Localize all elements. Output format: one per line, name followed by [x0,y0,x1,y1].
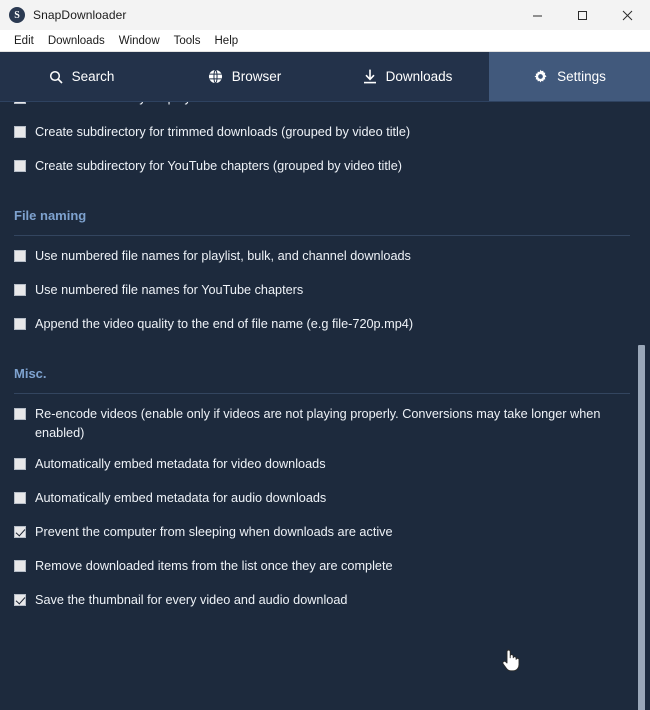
checkbox-remove-completed[interactable] [14,560,26,572]
checkbox-append-quality[interactable] [14,318,26,330]
tab-search-label: Search [71,69,115,84]
setting-label: Create subdirectory for YouTube chapters… [35,159,402,173]
setting-row-remove-completed[interactable]: Remove downloaded items from the list on… [0,556,650,590]
checkbox-metadata-video[interactable] [14,458,26,470]
setting-label: Create subdirectory for trimmed download… [35,125,411,139]
section-divider [14,393,630,394]
setting-label: Create subdirectory for playlist and cha… [35,102,343,108]
tab-settings[interactable]: Settings [489,52,650,101]
minimize-button[interactable] [515,0,560,30]
setting-label: Save the thumbnail for every video and a… [35,593,348,607]
setting-row-numbered-chapters[interactable]: Use numbered file names for YouTube chap… [0,280,650,314]
setting-row-numbered-playlist[interactable]: Use numbered file names for playlist, bu… [0,246,650,280]
menu-item-window[interactable]: Window [112,30,167,52]
search-icon [49,70,63,84]
globe-icon [208,69,223,84]
title-bar: S SnapDownloader [0,0,650,30]
checkbox-save-thumbnail[interactable] [14,594,26,606]
setting-label: Re-encode videos (enable only if videos … [35,407,601,440]
tab-search[interactable]: Search [0,52,163,101]
setting-row-save-thumbnail[interactable]: Save the thumbnail for every video and a… [0,590,650,624]
setting-row-subdir-playlist[interactable]: Create subdirectory for playlist and cha… [0,102,650,122]
section-misc: Misc. [0,348,650,394]
tab-browser-label: Browser [231,69,282,84]
setting-label: Append the video quality to the end of f… [35,317,414,331]
checkbox-subdir-playlist[interactable] [14,102,26,104]
setting-row-reencode[interactable]: Re-encode videos (enable only if videos … [0,404,650,454]
setting-row-metadata-video[interactable]: Automatically embed metadata for video d… [0,454,650,488]
section-title-misc: Misc. [14,366,47,381]
tab-downloads-label: Downloads [385,69,453,84]
window-title: SnapDownloader [33,8,127,22]
menu-item-help[interactable]: Help [208,30,246,52]
tab-settings-label: Settings [557,69,606,84]
download-icon [363,69,377,84]
setting-row-prevent-sleep[interactable]: Prevent the computer from sleeping when … [0,522,650,556]
checkbox-subdir-trimmed[interactable] [14,126,26,138]
maximize-button[interactable] [560,0,605,30]
checkbox-prevent-sleep[interactable] [14,526,26,538]
gear-icon [533,69,548,84]
setting-label: Use numbered file names for playlist, bu… [35,249,411,263]
section-file-naming: File naming [0,190,650,236]
setting-row-subdir-chapters[interactable]: Create subdirectory for YouTube chapters… [0,156,650,190]
settings-content: Create subdirectory for playlist and cha… [0,102,650,710]
menu-bar: Edit Downloads Window Tools Help [0,30,650,52]
setting-label: Use numbered file names for YouTube chap… [35,283,304,297]
section-title-file-naming: File naming [14,208,87,223]
checkbox-numbered-playlist[interactable] [14,250,26,262]
setting-label: Automatically embed metadata for audio d… [35,491,327,505]
checkbox-numbered-chapters[interactable] [14,284,26,296]
checkbox-reencode[interactable] [14,408,26,420]
setting-label: Prevent the computer from sleeping when … [35,525,393,539]
scrollbar-thumb[interactable] [638,345,645,710]
settings-scrollbar[interactable] [637,102,648,710]
tab-browser[interactable]: Browser [163,52,326,101]
menu-item-edit[interactable]: Edit [7,30,41,52]
checkbox-metadata-audio[interactable] [14,492,26,504]
nav-tabs: Search Browser Downloads Settings [0,52,650,102]
tab-downloads[interactable]: Downloads [326,52,489,101]
close-button[interactable] [605,0,650,30]
setting-row-subdir-trimmed[interactable]: Create subdirectory for trimmed download… [0,122,650,156]
setting-label: Remove downloaded items from the list on… [35,559,393,573]
pointing-hand-cursor [500,647,522,673]
setting-label: Automatically embed metadata for video d… [35,457,326,471]
menu-item-downloads[interactable]: Downloads [41,30,112,52]
app-logo-icon: S [9,7,25,23]
settings-scroll-area: Create subdirectory for playlist and cha… [0,102,650,624]
menu-item-tools[interactable]: Tools [167,30,208,52]
section-divider [14,235,630,236]
window-controls [515,0,650,30]
setting-row-append-quality[interactable]: Append the video quality to the end of f… [0,314,650,348]
checkbox-subdir-chapters[interactable] [14,160,26,172]
setting-row-metadata-audio[interactable]: Automatically embed metadata for audio d… [0,488,650,522]
